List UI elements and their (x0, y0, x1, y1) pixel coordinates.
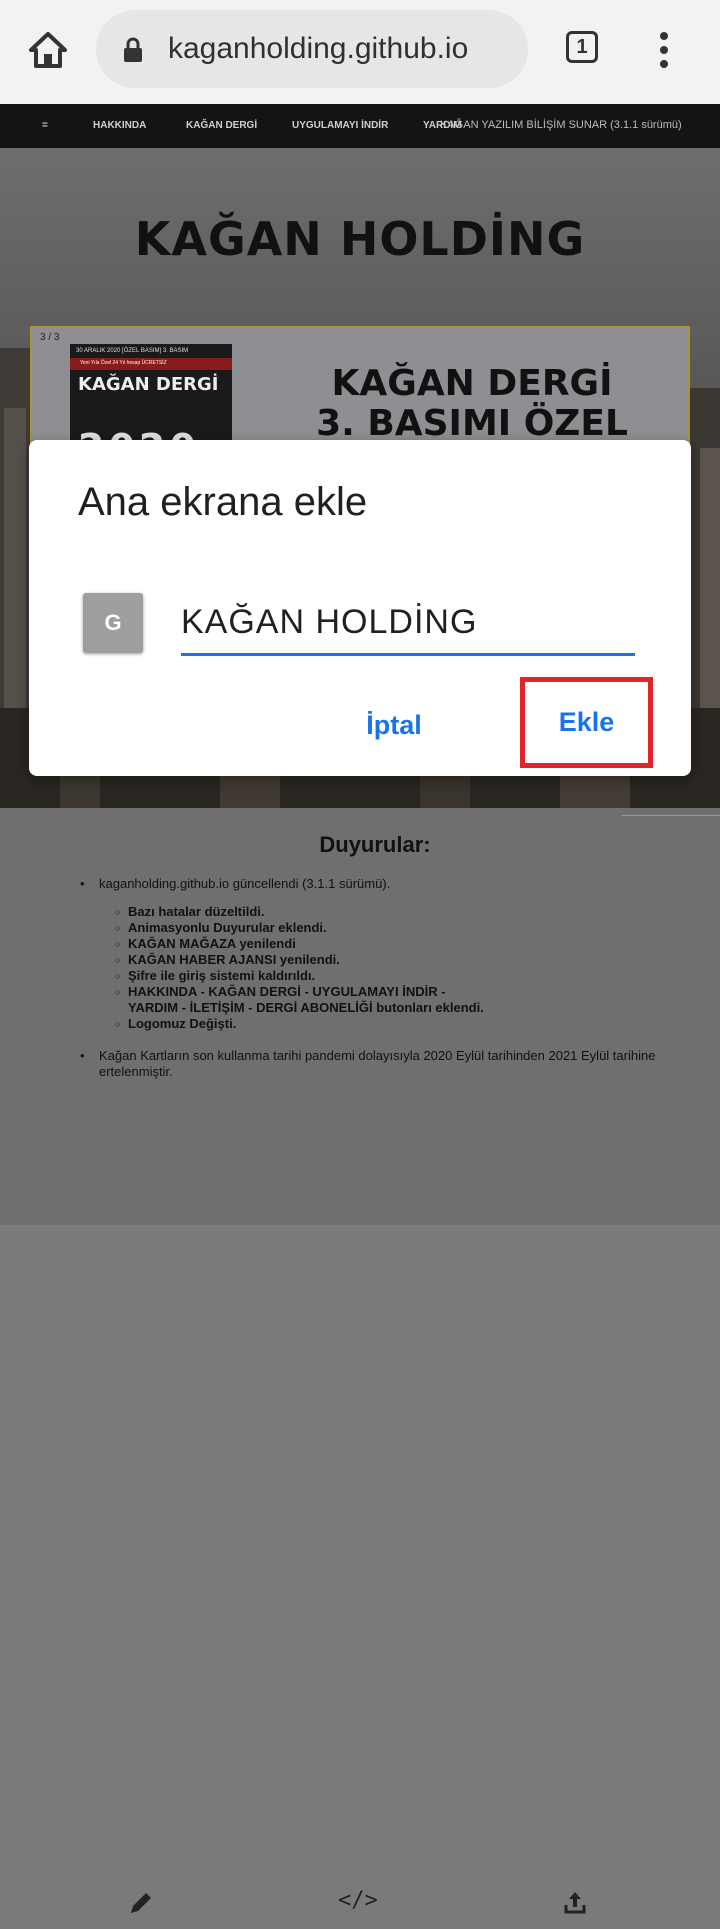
announcement-sublist: Bazı hatalar düzeltildi. Animasyonlu Duy… (101, 904, 700, 1032)
site-navbar: = HAKKINDA KAĞAN DERGİ UYGULAMAYI İNDİR … (0, 104, 720, 148)
browser-toolbar: kaganholding.github.io 1 (0, 0, 720, 104)
tab-switcher-button[interactable]: 1 (566, 31, 598, 63)
announcements-section: Duyurular: kaganholding.github.io güncel… (0, 808, 720, 1914)
nav-item-kagan-dergi[interactable]: KAĞAN DERGİ (186, 120, 257, 131)
shortcut-name-input[interactable] (181, 592, 635, 656)
app-icon: G (83, 593, 143, 653)
lock-icon (124, 37, 142, 62)
nav-item-hakkinda[interactable]: HAKKINDA (93, 120, 146, 131)
announcement-item: Kağan Kartların son kullanma tarihi pand… (80, 1048, 700, 1080)
hamburger-menu-icon[interactable]: = (42, 120, 48, 131)
announcement-list: kaganholding.github.io güncellendi (3.1.… (80, 876, 700, 1080)
site-credit: KAĞAN YAZILIM BİLİŞİM SUNAR (3.1.1 sürüm… (440, 119, 682, 131)
home-icon[interactable] (26, 28, 70, 72)
divider (622, 815, 720, 816)
slide-heading: KAĞAN DERGİ 3. BASIMI ÖZEL (272, 364, 672, 444)
add-button[interactable]: Ekle (520, 677, 653, 768)
slide-heading-line-1: KAĞAN DERGİ (331, 363, 613, 404)
overflow-menu-icon[interactable] (655, 30, 673, 70)
code-icon[interactable]: </> (338, 1888, 378, 1918)
site-title: KAĞAN HOLDİNG (134, 212, 586, 266)
announcement-subitem: Logomuz Değişti. (101, 1016, 700, 1032)
url-text: kaganholding.github.io (168, 32, 469, 65)
edit-icon[interactable] (126, 1888, 156, 1918)
add-to-home-screen-dialog: Ana ekrana ekle G İptal Ekle (29, 440, 691, 776)
cover-top-line: 30 ARALIK 2020 [ÖZEL BASIM] 3. BASIM (76, 348, 189, 354)
slide-heading-line-2: 3. BASIMI ÖZEL (316, 403, 628, 444)
announcement-subitem: Şifre ile giriş sistemi kaldırıldı. (101, 968, 700, 984)
announcements-heading: Duyurular: (319, 832, 431, 857)
cover-name: KAĞAN DERGİ (78, 374, 219, 395)
cover-ribbon-text: Yeni Yıla Özel 24 Yıl hesap ÜCRETSİZ (80, 360, 167, 366)
announcement-subitem: Animasyonlu Duyurular eklendi. (101, 920, 700, 936)
announcement-item: kaganholding.github.io güncellendi (3.1.… (80, 876, 700, 1032)
address-bar[interactable]: kaganholding.github.io (96, 10, 528, 88)
slide-counter: 3 / 3 (40, 332, 60, 343)
announcement-subitem: Bazı hatalar düzeltildi. (101, 904, 700, 920)
dialog-title: Ana ekrana ekle (78, 480, 368, 524)
announcement-subitem: KAĞAN HABER AJANSI yenilendi. (101, 952, 700, 968)
announcement-subitem: KAĞAN MAĞAZA yenilendi (101, 936, 700, 952)
announcement-subitem: HAKKINDA - KAĞAN DERGİ - UYGULAMAYI İNDİ… (101, 984, 488, 1016)
share-icon[interactable] (560, 1888, 590, 1918)
announcement-text: kaganholding.github.io güncellendi (3.1.… (99, 876, 391, 891)
cancel-button[interactable]: İptal (349, 690, 439, 760)
bottom-toolbar: </> (0, 1876, 720, 1929)
nav-item-uygulamayi-indir[interactable]: UYGULAMAYI İNDİR (292, 120, 388, 131)
